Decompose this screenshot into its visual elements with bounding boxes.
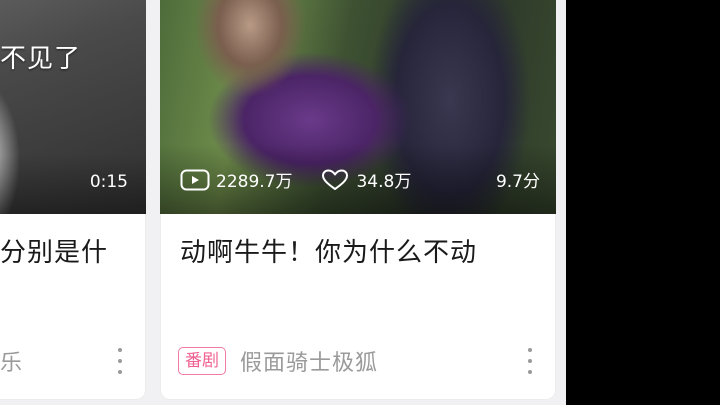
video-title[interactable]: 动啊牛牛！你为什么不动 — [180, 232, 540, 269]
video-thumbnail[interactable]: 2289.7万 34.8万 9.7分 — [160, 0, 556, 214]
play-count: 2289.7万 — [180, 167, 292, 192]
video-card[interactable]: 不见了 0:15 分别是什 乐 — [0, 0, 146, 400]
video-card[interactable]: 2289.7万 34.8万 9.7分 动啊牛牛！你为什么不动 番剧 假面骑士极狐 — [160, 0, 556, 400]
play-count-value: 2289.7万 — [216, 172, 293, 192]
video-stats: 2289.7万 34.8万 9.7分 — [180, 167, 540, 192]
video-title[interactable]: 分别是什 — [0, 232, 130, 269]
like-icon — [322, 169, 349, 190]
video-duration: 0:15 — [89, 172, 128, 192]
more-icon[interactable] — [520, 348, 540, 374]
thumbnail-caption: 不见了 — [0, 44, 82, 74]
more-icon[interactable] — [110, 348, 130, 374]
video-thumbnail[interactable]: 不见了 0:15 — [0, 0, 146, 214]
uploader-name[interactable]: 乐 — [0, 345, 23, 377]
video-duration: 9.7分 — [495, 172, 540, 192]
like-count-value: 34.8万 — [356, 172, 412, 192]
video-meta: 乐 — [0, 345, 130, 377]
video-meta: 番剧 假面骑士极狐 — [178, 345, 540, 377]
like-count: 34.8万 — [320, 167, 411, 192]
video-feed: 不见了 0:15 分别是什 乐 2289.7万 34.8万 9.7分 动啊牛牛！… — [0, 0, 566, 405]
play-count-icon — [180, 169, 210, 190]
uploader-name[interactable]: 假面骑士极狐 — [240, 345, 378, 377]
category-badge: 番剧 — [178, 347, 226, 375]
